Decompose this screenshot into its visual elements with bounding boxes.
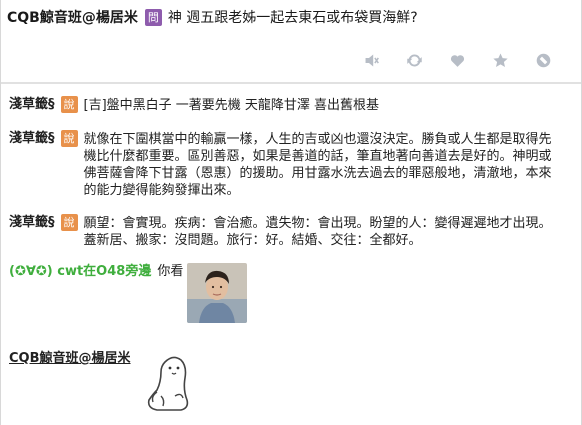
post-actions <box>350 50 565 70</box>
star-icon <box>493 53 508 67</box>
comment-author[interactable]: (✪∀✪) cwt在O48旁邊 <box>9 263 151 281</box>
comment-item: CQB鯨音班@楊居米 <box>9 350 201 414</box>
comment-text: 你看 <box>157 264 184 279</box>
comment-text: [吉]盤中黑白子 一著要先機 天龍降甘澤 喜出舊根基 <box>83 98 380 113</box>
attached-photo[interactable] <box>187 263 248 323</box>
like-button[interactable] <box>436 50 479 70</box>
ask-tag: 問 <box>144 8 162 26</box>
comment-author[interactable]: 淺草籤§ <box>9 213 55 233</box>
comment-text: 願望：會實現。疾病：會治癒。遺失物：會出現。盼望的人：變得遲遲地才出現。蓋新居、… <box>83 216 552 248</box>
block-button[interactable] <box>522 50 565 70</box>
favorite-button[interactable] <box>479 50 522 70</box>
poster-name[interactable]: CQB鯨音班@楊居米 <box>7 7 138 27</box>
refresh-button[interactable] <box>393 50 436 70</box>
post-title-row: CQB鯨音班@楊居米 問 神 週五跟老姊一起去東石或布袋買海鮮? <box>7 7 418 27</box>
comment-author[interactable]: 淺草籤§ <box>9 95 55 115</box>
post-title: 神 週五跟老姊一起去東石或布袋買海鮮? <box>167 10 418 26</box>
comment-item: 淺草籤§ 說 就像在下圍棋當中的輸贏一樣，人生的吉或凶也還沒決定。勝負或人生都是… <box>9 129 577 199</box>
comment-author[interactable]: CQB鯨音班@楊居米 <box>9 350 131 368</box>
say-badge: 說 <box>60 130 78 147</box>
comment-author[interactable]: 淺草籤§ <box>9 129 55 149</box>
header-divider <box>1 82 581 84</box>
heart-icon <box>450 54 465 67</box>
comment-text: 就像在下圍棋當中的輸贏一樣，人生的吉或凶也還沒決定。勝負或人生都是取得先機比什麼… <box>83 132 552 198</box>
comment-item: 淺草籤§ 說 願望：會實現。疾病：會治癒。遺失物：會出現。盼望的人：變得遲遲地才… <box>9 213 577 249</box>
say-badge: 說 <box>60 214 78 231</box>
say-badge: 說 <box>60 96 78 113</box>
comment-item: 淺草籤§ 說 [吉]盤中黑白子 一著要先機 天龍降甘澤 喜出舊根基 <box>9 95 577 115</box>
mute-button[interactable] <box>350 50 393 70</box>
thread-window: CQB鯨音班@楊居米 問 神 週五跟老姊一起去東石或布袋買海鮮? 淺草籤§ 說 … <box>0 0 582 425</box>
block-icon <box>536 53 551 67</box>
comment-item: (✪∀✪) cwt在O48旁邊 你看 <box>9 263 577 323</box>
refresh-icon <box>407 54 422 66</box>
comment-list: 淺草籤§ 說 [吉]盤中黑白子 一著要先機 天龍降甘澤 喜出舊根基 淺草籤§ 說… <box>9 95 577 337</box>
seal-sticker-image[interactable] <box>143 352 201 414</box>
post-header: CQB鯨音班@楊居米 問 神 週五跟老姊一起去東石或布袋買海鮮? <box>1 0 581 82</box>
mute-icon <box>365 54 379 66</box>
